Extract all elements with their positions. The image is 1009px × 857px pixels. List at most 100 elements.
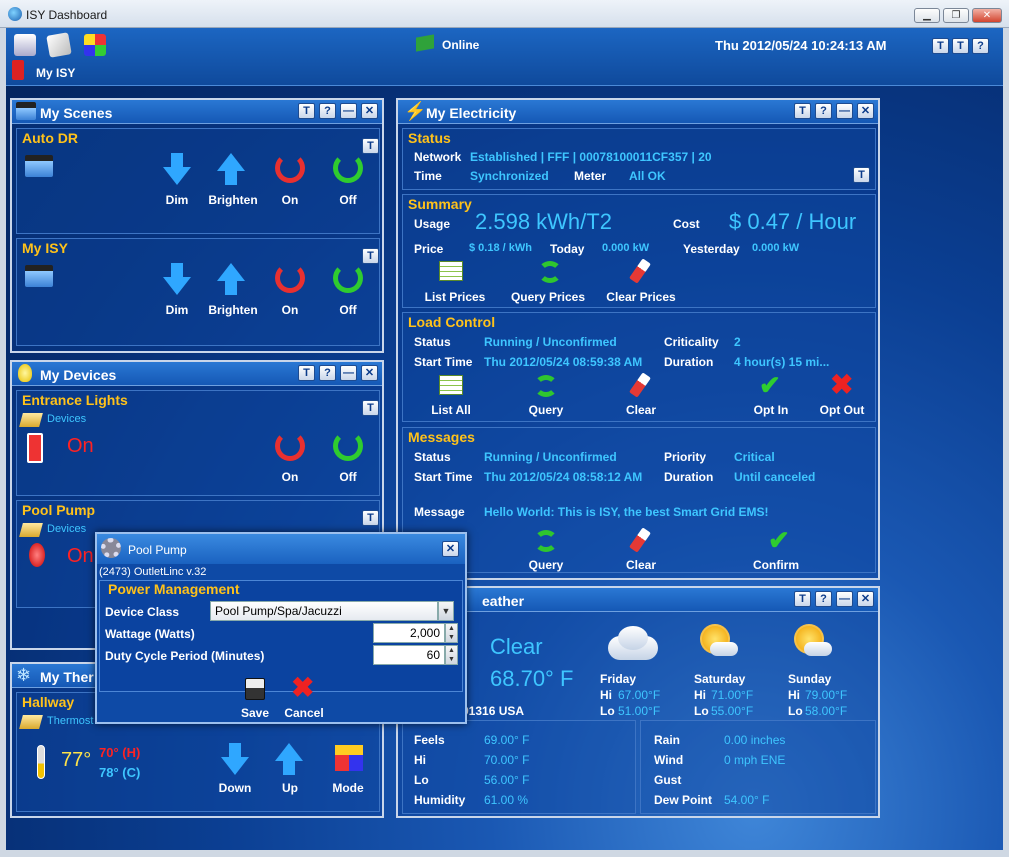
close-window-button[interactable]: ✕	[972, 8, 1002, 23]
list-prices-table-icon[interactable]	[439, 261, 463, 281]
devices-help-button[interactable]: ?	[319, 365, 336, 381]
devices-link[interactable]: Devices	[47, 523, 86, 535]
folder-icon	[19, 523, 43, 537]
electricity-minimize-button[interactable]: —	[836, 103, 853, 119]
msg-query-refresh-icon[interactable]	[534, 530, 558, 552]
list-all-table-icon[interactable]	[439, 375, 463, 395]
thermostat-panel-title: My Ther	[40, 669, 94, 685]
rain-value: 0.00 inches	[724, 733, 786, 747]
today-value: 0.000 kW	[602, 242, 650, 254]
off-power-icon[interactable]	[333, 153, 363, 183]
scenes-minimize-button[interactable]: —	[340, 103, 357, 119]
opt-in-check-icon[interactable]: ✔	[759, 372, 781, 398]
msg-clear-eraser-icon[interactable]	[629, 527, 651, 553]
mode-cubes-icon[interactable]	[335, 745, 363, 771]
opt-in-button[interactable]: Opt In	[736, 403, 806, 417]
humidity-label: Humidity	[414, 793, 466, 807]
minimize-window-button[interactable]: ▁	[914, 8, 940, 23]
maximize-window-button[interactable]: ❐	[943, 8, 969, 23]
confirm-button[interactable]: Confirm	[741, 558, 811, 572]
msg-clear-button[interactable]: Clear	[606, 558, 676, 572]
settings-alt-button[interactable]: T	[952, 38, 969, 54]
msg-start-value: Thu 2012/05/24 08:58:12 AM	[484, 470, 643, 484]
cancel-button[interactable]: Cancel	[269, 706, 339, 720]
devices-link[interactable]: Devices	[47, 413, 86, 425]
forecast-day: Sunday	[788, 672, 832, 686]
news-icon[interactable]	[14, 34, 36, 56]
wattage-stepper[interactable]: ▲ ▼	[445, 623, 458, 643]
mode-button[interactable]: Mode	[313, 781, 383, 795]
electricity-settings-button[interactable]: T	[794, 103, 811, 119]
puzzle-icon[interactable]	[84, 34, 106, 56]
clear-button[interactable]: Clear	[606, 403, 676, 417]
dim-down-arrow-icon[interactable]	[163, 263, 191, 295]
electricity-close-button[interactable]: ✕	[857, 103, 874, 119]
query-prices-button[interactable]: Query Prices	[503, 290, 593, 304]
help-button[interactable]: ?	[972, 38, 989, 54]
settings-button[interactable]: T	[932, 38, 949, 54]
scene-settings-button[interactable]: T	[362, 138, 379, 154]
weather-settings-button[interactable]: T	[794, 591, 811, 607]
scroll-icon[interactable]	[46, 32, 72, 58]
dialog-close-button[interactable]: ✕	[442, 541, 459, 557]
msg-query-button[interactable]: Query	[511, 558, 581, 572]
window-title: ISY Dashboard	[26, 8, 108, 22]
scenes-close-button[interactable]: ✕	[361, 103, 378, 119]
weather-minimize-button[interactable]: —	[836, 591, 853, 607]
opt-out-x-icon[interactable]: ✖	[830, 371, 853, 399]
clear-prices-button[interactable]: Clear Prices	[601, 290, 681, 304]
scene-clapperboard-icon[interactable]	[25, 155, 53, 177]
list-prices-button[interactable]: List Prices	[415, 290, 495, 304]
clear-prices-eraser-icon[interactable]	[629, 258, 651, 284]
off-power-icon[interactable]	[333, 263, 363, 293]
humidity-value: 61.00 %	[484, 793, 529, 807]
scenes-help-button[interactable]: ?	[319, 103, 336, 119]
on-power-icon[interactable]	[275, 263, 305, 293]
off-button[interactable]: Off	[313, 193, 383, 207]
weather-help-button[interactable]: ?	[815, 591, 832, 607]
on-power-icon[interactable]	[275, 153, 305, 183]
duty-cycle-stepper[interactable]: ▲ ▼	[445, 645, 458, 665]
floppy-disk-icon[interactable]	[245, 678, 265, 700]
device-class-dropdown-arrow[interactable]: ▼	[438, 601, 454, 621]
priority-value: Critical	[734, 450, 775, 464]
scene-settings-button[interactable]: T	[362, 248, 379, 264]
electricity-help-button[interactable]: ?	[815, 103, 832, 119]
devices-minimize-button[interactable]: —	[340, 365, 357, 381]
weather-close-button[interactable]: ✕	[857, 591, 874, 607]
off-power-icon[interactable]	[333, 431, 363, 461]
brighten-up-arrow-icon[interactable]	[217, 153, 245, 185]
query-refresh-icon[interactable]	[534, 375, 558, 397]
off-button[interactable]: Off	[313, 303, 383, 317]
off-button[interactable]: Off	[313, 470, 383, 484]
scenes-settings-button[interactable]: T	[298, 103, 315, 119]
status-settings-button[interactable]: T	[853, 167, 870, 183]
device-settings-button[interactable]: T	[362, 400, 379, 416]
brighten-up-arrow-icon[interactable]	[217, 263, 245, 295]
dim-down-arrow-icon[interactable]	[163, 153, 191, 185]
my-isy-link[interactable]: My ISY	[36, 66, 75, 80]
devices-close-button[interactable]: ✕	[361, 365, 378, 381]
query-button[interactable]: Query	[511, 403, 581, 417]
confirm-check-icon[interactable]: ✔	[768, 527, 790, 553]
opt-out-button[interactable]: Opt Out	[807, 403, 877, 417]
duty-cycle-input[interactable]: 60	[373, 645, 445, 665]
on-power-icon[interactable]	[275, 431, 305, 461]
forecast-lo-label: Lo	[788, 704, 803, 718]
thermostat-link[interactable]: Thermost	[47, 715, 93, 727]
query-prices-refresh-icon[interactable]	[538, 261, 562, 283]
flag-icon	[416, 34, 434, 52]
clear-eraser-icon[interactable]	[629, 372, 651, 398]
device-class-select[interactable]: Pool Pump/Spa/Jacuzzi	[210, 601, 438, 621]
cancel-x-icon[interactable]: ✖	[291, 674, 314, 702]
wattage-input[interactable]: 2,000	[373, 623, 445, 643]
forecast-lo: 55.00°F	[711, 704, 754, 718]
scene-clapperboard-icon[interactable]	[25, 265, 53, 287]
up-arrow-icon[interactable]	[275, 743, 303, 775]
down-arrow-icon[interactable]	[221, 743, 249, 775]
devices-settings-button[interactable]: T	[298, 365, 315, 381]
top-toolbar: My ISY Online Thu 2012/05/24 10:24:13 AM…	[6, 28, 1003, 86]
list-all-button[interactable]: List All	[416, 403, 486, 417]
forecast-lo-label: Lo	[600, 704, 615, 718]
device-settings-button[interactable]: T	[362, 510, 379, 526]
